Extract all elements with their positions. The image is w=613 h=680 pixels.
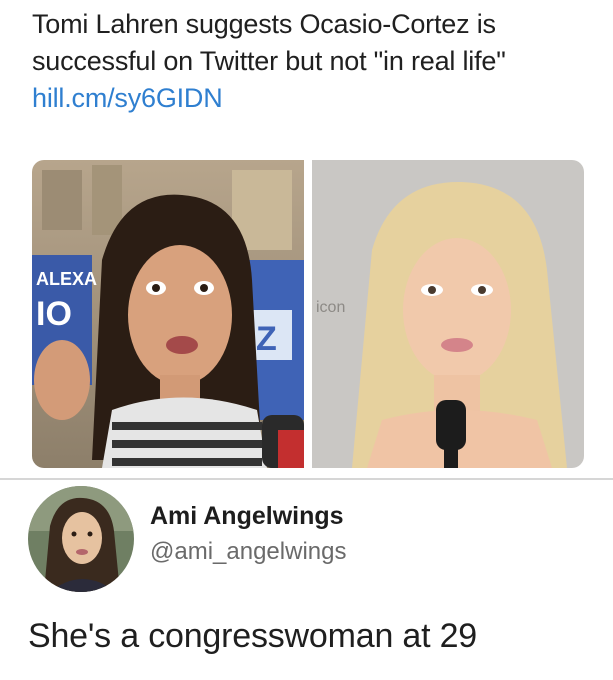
display-name[interactable]: Ami Angelwings — [150, 502, 344, 531]
sign-text-2: IO — [36, 295, 72, 333]
backdrop-text: icon — [316, 299, 345, 316]
photo-divider — [304, 160, 312, 468]
photo-left[interactable]: ALEXA IO Z — [32, 160, 304, 468]
photo-right[interactable]: icon — [312, 160, 584, 468]
tweet-text: Tomi Lahren suggests Ocasio-Cortez is su… — [32, 6, 592, 117]
tweet-link[interactable]: hill.cm/sy6GIDN — [32, 83, 223, 113]
avatar-image — [28, 486, 134, 592]
tweet-media[interactable]: ALEXA IO Z icon — [32, 160, 584, 468]
reply-text: She's a congresswoman at 29 — [28, 617, 478, 655]
reply-tweet: Ami Angelwings @ami_angelwings She's a c… — [0, 480, 613, 680]
avatar[interactable] — [28, 486, 134, 592]
sign-text-3: Z — [256, 320, 277, 358]
tweet-card: Tomi Lahren suggests Ocasio-Cortez is su… — [0, 0, 613, 480]
sign-text-1: ALEXA — [36, 269, 97, 289]
user-handle[interactable]: @ami_angelwings — [150, 538, 346, 566]
person-photo-right-image: icon — [312, 160, 584, 468]
tweet-body: Tomi Lahren suggests Ocasio-Cortez is su… — [32, 9, 506, 76]
person-photo-left-image: ALEXA IO Z — [32, 160, 304, 468]
